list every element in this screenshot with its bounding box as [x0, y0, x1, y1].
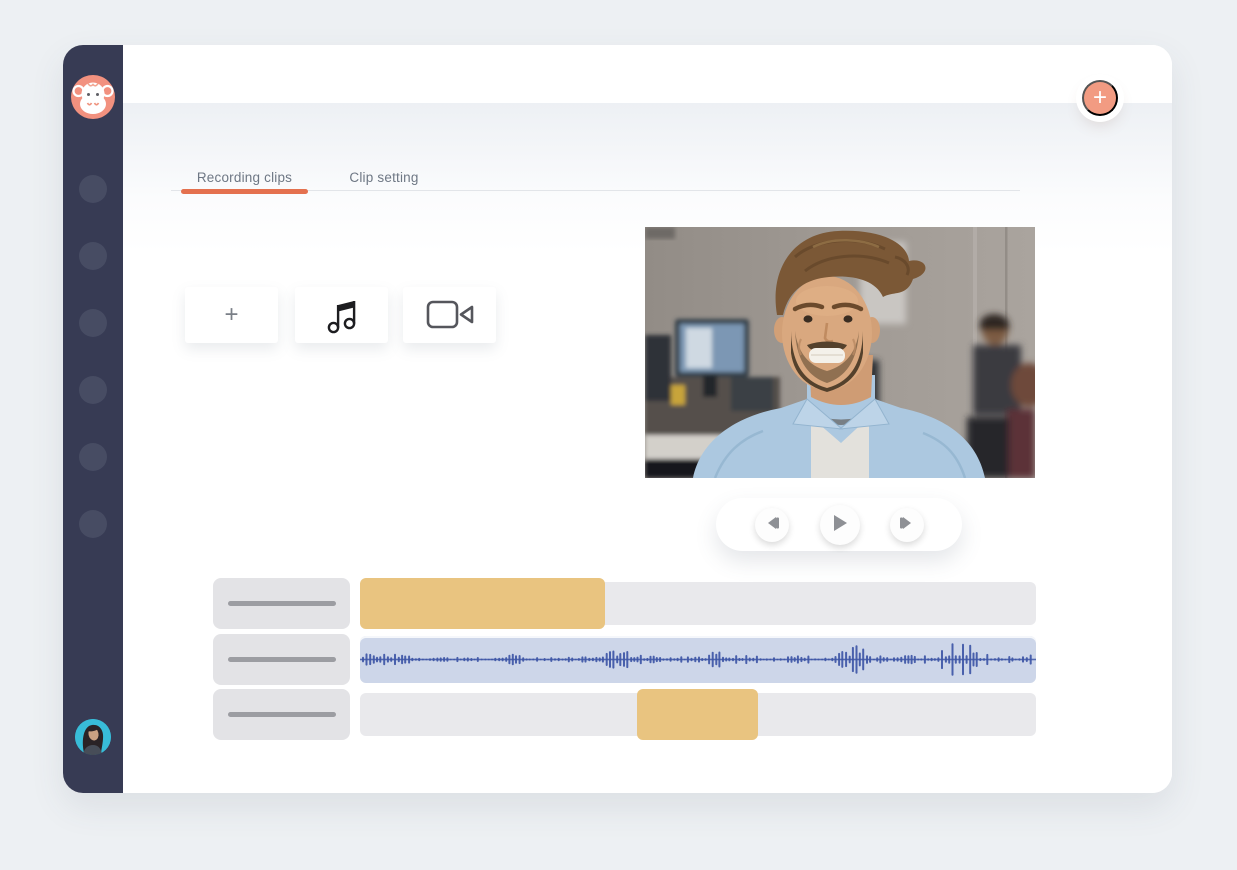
timeline-row-audio: [213, 634, 1026, 685]
video-track: [360, 578, 1036, 629]
step-forward-button[interactable]: [890, 508, 924, 542]
audio-track: [360, 634, 1036, 685]
step-backward-button[interactable]: [755, 508, 789, 542]
tab-clip-setting[interactable]: Clip setting: [328, 164, 440, 191]
overlay-clip[interactable]: [637, 689, 758, 740]
add-music-button[interactable]: [295, 287, 388, 343]
header-bar: [123, 45, 1172, 103]
sidebar: [63, 45, 123, 793]
page: { "colors": { "accent_orange": "#e4714f"…: [0, 0, 1237, 870]
tab-bar: Recording clips Clip setting: [181, 164, 440, 191]
waveform-graphic: [360, 636, 1036, 683]
sidebar-nav-item-4[interactable]: [79, 376, 107, 404]
sidebar-nav-item-6[interactable]: [79, 510, 107, 538]
track-drag-handle[interactable]: [213, 689, 350, 740]
user-avatar-photo[interactable]: [75, 719, 111, 755]
track-drag-handle[interactable]: [213, 634, 350, 685]
add-fab-button[interactable]: +: [1082, 80, 1118, 116]
sidebar-nav-item-1[interactable]: [79, 175, 107, 203]
video-clip[interactable]: [360, 578, 605, 629]
add-clip-button[interactable]: +: [185, 287, 278, 343]
track-label-placeholder: [228, 601, 336, 606]
tab-recording-clips[interactable]: Recording clips: [181, 164, 308, 191]
playback-bar: [716, 498, 962, 551]
track-drag-handle[interactable]: [213, 578, 350, 629]
track-label-placeholder: [228, 712, 336, 717]
sidebar-nav-item-2[interactable]: [79, 242, 107, 270]
monkey-logo-icon: [71, 75, 115, 119]
sidebar-nav-item-5[interactable]: [79, 443, 107, 471]
step-backward-icon: [764, 516, 780, 533]
timeline-row-video: [213, 578, 1026, 629]
overlay-track: [360, 689, 1036, 740]
video-preview: [645, 227, 1035, 478]
audio-clip-waveform[interactable]: [360, 636, 1036, 683]
app-window: + Recording clips Clip setting +: [63, 45, 1172, 793]
play-icon: [832, 514, 848, 535]
play-button[interactable]: [820, 505, 860, 545]
music-note-icon: [325, 294, 359, 337]
add-camera-button[interactable]: [403, 287, 496, 343]
track-label-placeholder: [228, 657, 336, 662]
video-camera-icon: [424, 294, 476, 337]
step-forward-icon: [899, 516, 915, 533]
timeline-row-overlay: [213, 689, 1026, 740]
sidebar-nav-item-3[interactable]: [79, 309, 107, 337]
main-panel: + Recording clips Clip setting +: [123, 45, 1172, 793]
